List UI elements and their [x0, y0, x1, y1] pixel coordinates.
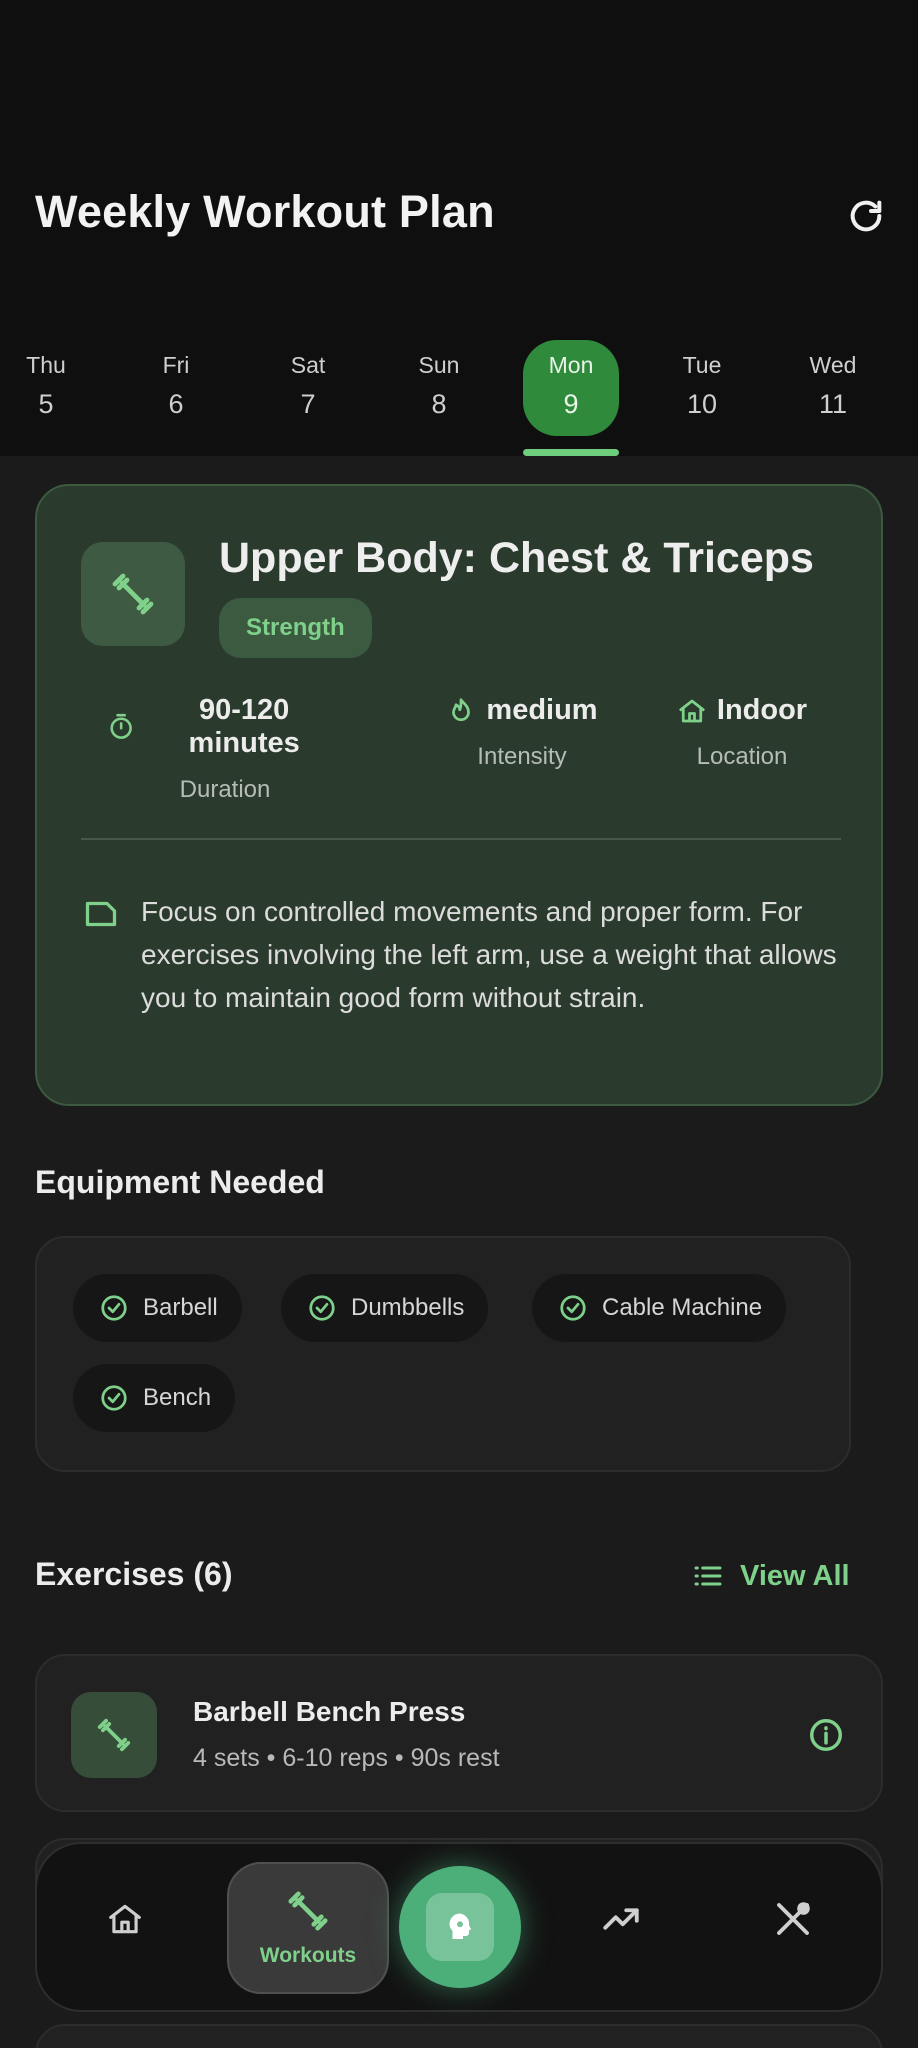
day-name: Thu	[26, 352, 66, 378]
equipment-label: Bench	[143, 1384, 212, 1411]
timer-icon	[110, 713, 132, 739]
stat-duration: 90-120 minutes Duration	[107, 694, 343, 804]
equipment-label: Barbell	[143, 1294, 218, 1321]
day-name: Wed	[809, 352, 857, 378]
nav-progress[interactable]	[581, 1836, 661, 2002]
ai-coach-button[interactable]	[399, 1866, 521, 1988]
stat-label: Location	[696, 743, 788, 770]
page-title: Weekly Workout Plan	[35, 186, 495, 237]
nav-workouts-label: Workouts	[259, 1944, 357, 1967]
stat-intensity: medium Intensity	[437, 694, 607, 771]
exercise-card-peek	[35, 2024, 883, 2048]
workout-note: Focus on controlled movements and proper…	[141, 896, 837, 1013]
day-selector: Thu 5 Fri 6 Sat 7 Sun 8 Mon 9 Tue 10 Wed 11	[0, 340, 918, 456]
equipment-section-title: Equipment Needed	[35, 1164, 325, 1200]
equipment-chip: Cable Machine	[532, 1274, 787, 1342]
check-circle-icon	[309, 1295, 335, 1321]
refresh-icon[interactable]	[846, 196, 886, 236]
home-icon	[109, 1904, 141, 1934]
flame-icon	[452, 697, 471, 721]
day-fri[interactable]: Fri 6	[128, 340, 224, 436]
day-thu[interactable]: Thu 5	[0, 340, 94, 436]
card-divider	[81, 838, 841, 840]
equipment-label: Dumbbells	[351, 1294, 465, 1321]
exercises-section-title: Exercises (6)	[35, 1556, 233, 1592]
day-number: 7	[300, 389, 316, 419]
stat-value: medium	[486, 694, 598, 726]
workout-icon-box	[81, 542, 185, 646]
exercise-card[interactable]: Barbell Bench Press 4 sets • 6-10 reps •…	[35, 1654, 883, 1812]
note-icon	[85, 901, 117, 927]
info-icon[interactable]	[807, 1716, 845, 1754]
day-name: Tue	[682, 352, 722, 378]
trending-up-icon	[603, 1908, 639, 1930]
day-number: 8	[431, 389, 447, 419]
equipment-label: Cable Machine	[602, 1294, 763, 1321]
view-all-button[interactable]: View All	[692, 1558, 850, 1594]
brain-icon	[449, 1913, 472, 1939]
day-name: Sun	[418, 352, 460, 378]
day-sat[interactable]: Sat 7	[260, 340, 356, 436]
dumbbell-icon	[112, 573, 154, 615]
exercise-icon-box	[71, 1692, 157, 1778]
day-name: Mon	[548, 352, 594, 378]
list-icon	[694, 1566, 722, 1586]
workout-summary-card: Upper Body: Chest & Triceps Strength 90-…	[35, 484, 883, 1106]
day-wed[interactable]: Wed 11	[785, 340, 881, 436]
stat-value: 90-120 minutes	[188, 694, 300, 759]
dumbbell-icon	[288, 1891, 328, 1931]
stat-label: Duration	[179, 776, 271, 803]
nav-nutrition[interactable]	[753, 1836, 833, 2002]
view-all-label: View All	[740, 1559, 850, 1592]
day-number: 9	[563, 389, 579, 419]
stat-location: Indoor Location	[667, 694, 817, 771]
check-circle-icon	[101, 1295, 127, 1321]
day-name: Sat	[290, 352, 326, 378]
exercise-name: Barbell Bench Press	[193, 1696, 466, 1727]
day-mon[interactable]: Mon 9	[523, 340, 619, 436]
stat-value: Indoor	[716, 694, 808, 726]
day-number: 5	[38, 389, 54, 419]
fab-icon-box	[426, 1893, 494, 1961]
equipment-chip: Bench	[73, 1364, 236, 1432]
exercise-meta: 4 sets • 6-10 reps • 90s rest	[193, 1744, 500, 1772]
utensils-icon	[777, 1902, 810, 1935]
workout-title: Upper Body: Chest & Triceps	[219, 534, 814, 582]
day-name: Fri	[162, 352, 190, 378]
equipment-panel: Barbell Dumbbells Cable Machine Bench	[35, 1236, 851, 1472]
day-number: 10	[686, 389, 718, 419]
selected-day-indicator	[523, 449, 619, 456]
nav-workouts[interactable]: Workouts	[227, 1862, 389, 1994]
day-tue[interactable]: Tue 10	[654, 340, 750, 436]
workout-type-badge: Strength	[219, 598, 372, 658]
nav-home[interactable]	[85, 1836, 165, 2002]
equipment-chip: Barbell	[73, 1274, 242, 1342]
home-icon	[679, 699, 705, 722]
bottom-nav: Workouts	[35, 1842, 883, 2012]
day-number: 11	[818, 389, 848, 419]
check-circle-icon	[560, 1295, 586, 1321]
stat-label: Intensity	[477, 743, 567, 770]
equipment-chip: Dumbbells	[281, 1274, 489, 1342]
day-number: 6	[168, 389, 184, 419]
check-circle-icon	[101, 1385, 127, 1411]
dumbbell-icon	[97, 1718, 131, 1752]
day-sun[interactable]: Sun 8	[391, 340, 487, 436]
